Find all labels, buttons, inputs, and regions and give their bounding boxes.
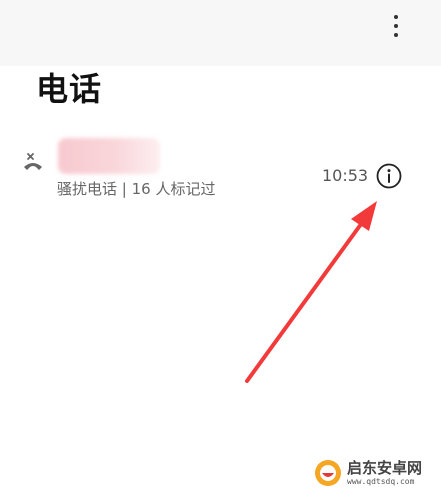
call-time: 10:53 [322,166,369,185]
call-description: 骚扰电话 | 16 人标记过 [57,180,216,198]
watermark-name: 启东安卓网 [347,458,423,477]
missed-call-icon [24,153,42,170]
call-log-row[interactable]: 骚扰电话 | 16 人标记过 10:53 [0,138,441,208]
more-dot [394,24,398,28]
watermark-logo-icon [315,460,341,486]
more-dot [394,15,398,19]
watermark-url: www.qdtsdq.com [347,476,415,486]
info-icon[interactable] [375,162,403,190]
more-options-icon[interactable] [384,12,408,40]
more-dot [394,33,398,37]
watermark: 启东安卓网 www.qdtsdq.com [313,456,438,490]
top-bar [0,0,441,66]
page-title: 电话 [36,70,103,108]
caller-name-redacted [58,138,160,174]
